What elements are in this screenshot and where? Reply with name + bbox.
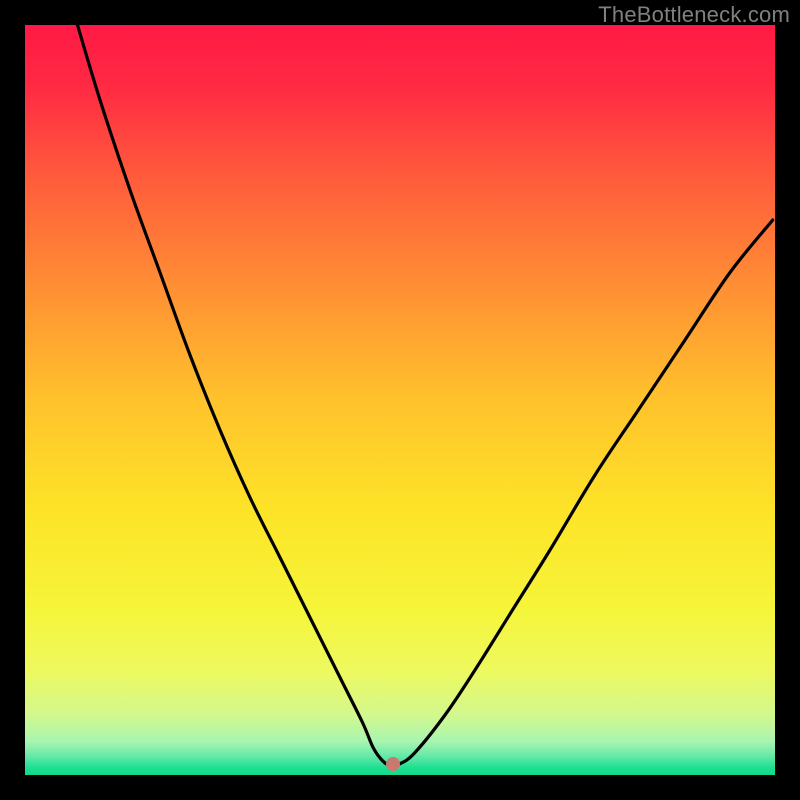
watermark-text: TheBottleneck.com <box>598 2 790 28</box>
plot-area <box>25 25 775 775</box>
chart-frame: TheBottleneck.com <box>0 0 800 800</box>
plot-svg <box>25 25 775 775</box>
gradient-background <box>25 25 775 775</box>
optimum-dot-icon <box>386 757 400 771</box>
